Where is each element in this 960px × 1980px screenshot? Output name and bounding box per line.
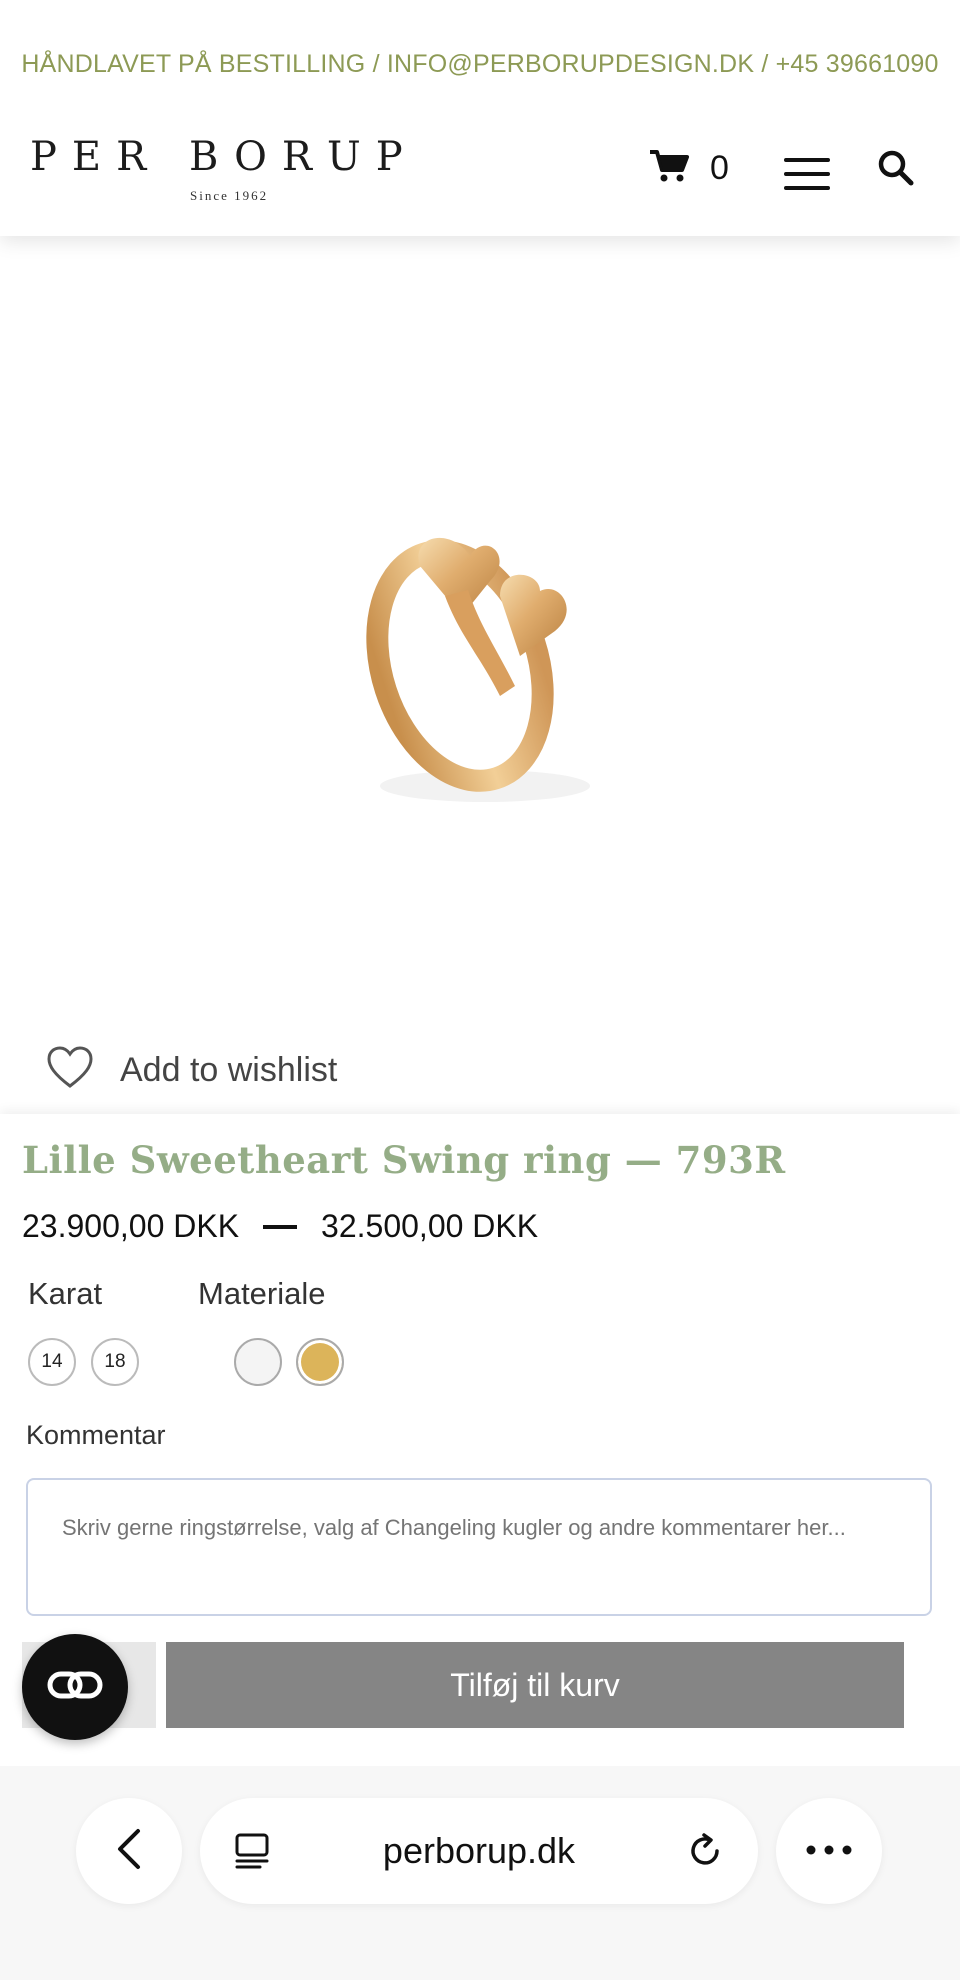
- more-options-button[interactable]: [776, 1798, 882, 1904]
- wishlist-label: Add to wishlist: [120, 1051, 338, 1089]
- tabs-icon[interactable]: [234, 1832, 270, 1875]
- cart-count: 0: [710, 149, 729, 187]
- price-separator: [263, 1224, 298, 1229]
- hamburger-menu-icon: [784, 158, 830, 190]
- product-image-area: [0, 236, 960, 1116]
- search-icon: [876, 150, 916, 192]
- logo-tagline: Since 1962: [190, 188, 269, 203]
- chevron-left-icon: [114, 1827, 144, 1876]
- logo-text: PER BORUP: [30, 134, 418, 180]
- search-button[interactable]: [876, 148, 916, 193]
- comment-label: Kommentar: [26, 1420, 166, 1450]
- chat-icon: [47, 1671, 103, 1704]
- add-to-wishlist[interactable]: Add to wishlist: [46, 1046, 337, 1095]
- comment-field[interactable]: [26, 1478, 932, 1616]
- karat-label: Karat: [28, 1276, 103, 1311]
- karat-option-14[interactable]: 14: [28, 1338, 76, 1386]
- menu-button[interactable]: [784, 158, 830, 192]
- chat-button[interactable]: [22, 1634, 128, 1740]
- material-label: Materiale: [198, 1276, 326, 1311]
- heart-icon: [46, 1046, 94, 1095]
- price-range: 23.900,00 DKK 32.500,00 DKK: [22, 1208, 538, 1245]
- price-min: 23.900,00 DKK: [22, 1208, 240, 1244]
- announcement-bar: HÅNDLAVET PÅ BESTILLING / INFO@PERBORUPD…: [21, 50, 939, 78]
- add-to-cart-button[interactable]: Tilføj til kurv: [166, 1642, 904, 1728]
- address-bar[interactable]: perborup.dk: [200, 1798, 758, 1904]
- karat-option-18[interactable]: 18: [91, 1338, 139, 1386]
- site-header: HÅNDLAVET PÅ BESTILLING / INFO@PERBORUPD…: [0, 0, 960, 236]
- cart-button[interactable]: 0: [648, 148, 729, 189]
- more-icon: [806, 1842, 852, 1860]
- logo[interactable]: PER BORUP Since 1962: [30, 134, 450, 203]
- cart-icon: [648, 148, 690, 189]
- product-title: Lille Sweetheart Swing ring — 793R: [22, 1138, 786, 1182]
- back-button[interactable]: [76, 1798, 182, 1904]
- product-image[interactable]: [350, 486, 610, 821]
- url-text: perborup.dk: [382, 1830, 576, 1871]
- material-swatch-white[interactable]: [234, 1338, 282, 1386]
- reload-icon[interactable]: [686, 1832, 724, 1875]
- browser-toolbar: perborup.dk: [0, 1766, 960, 1980]
- material-swatch-gold[interactable]: [296, 1338, 344, 1386]
- price-max: 32.500,00 DKK: [321, 1208, 539, 1244]
